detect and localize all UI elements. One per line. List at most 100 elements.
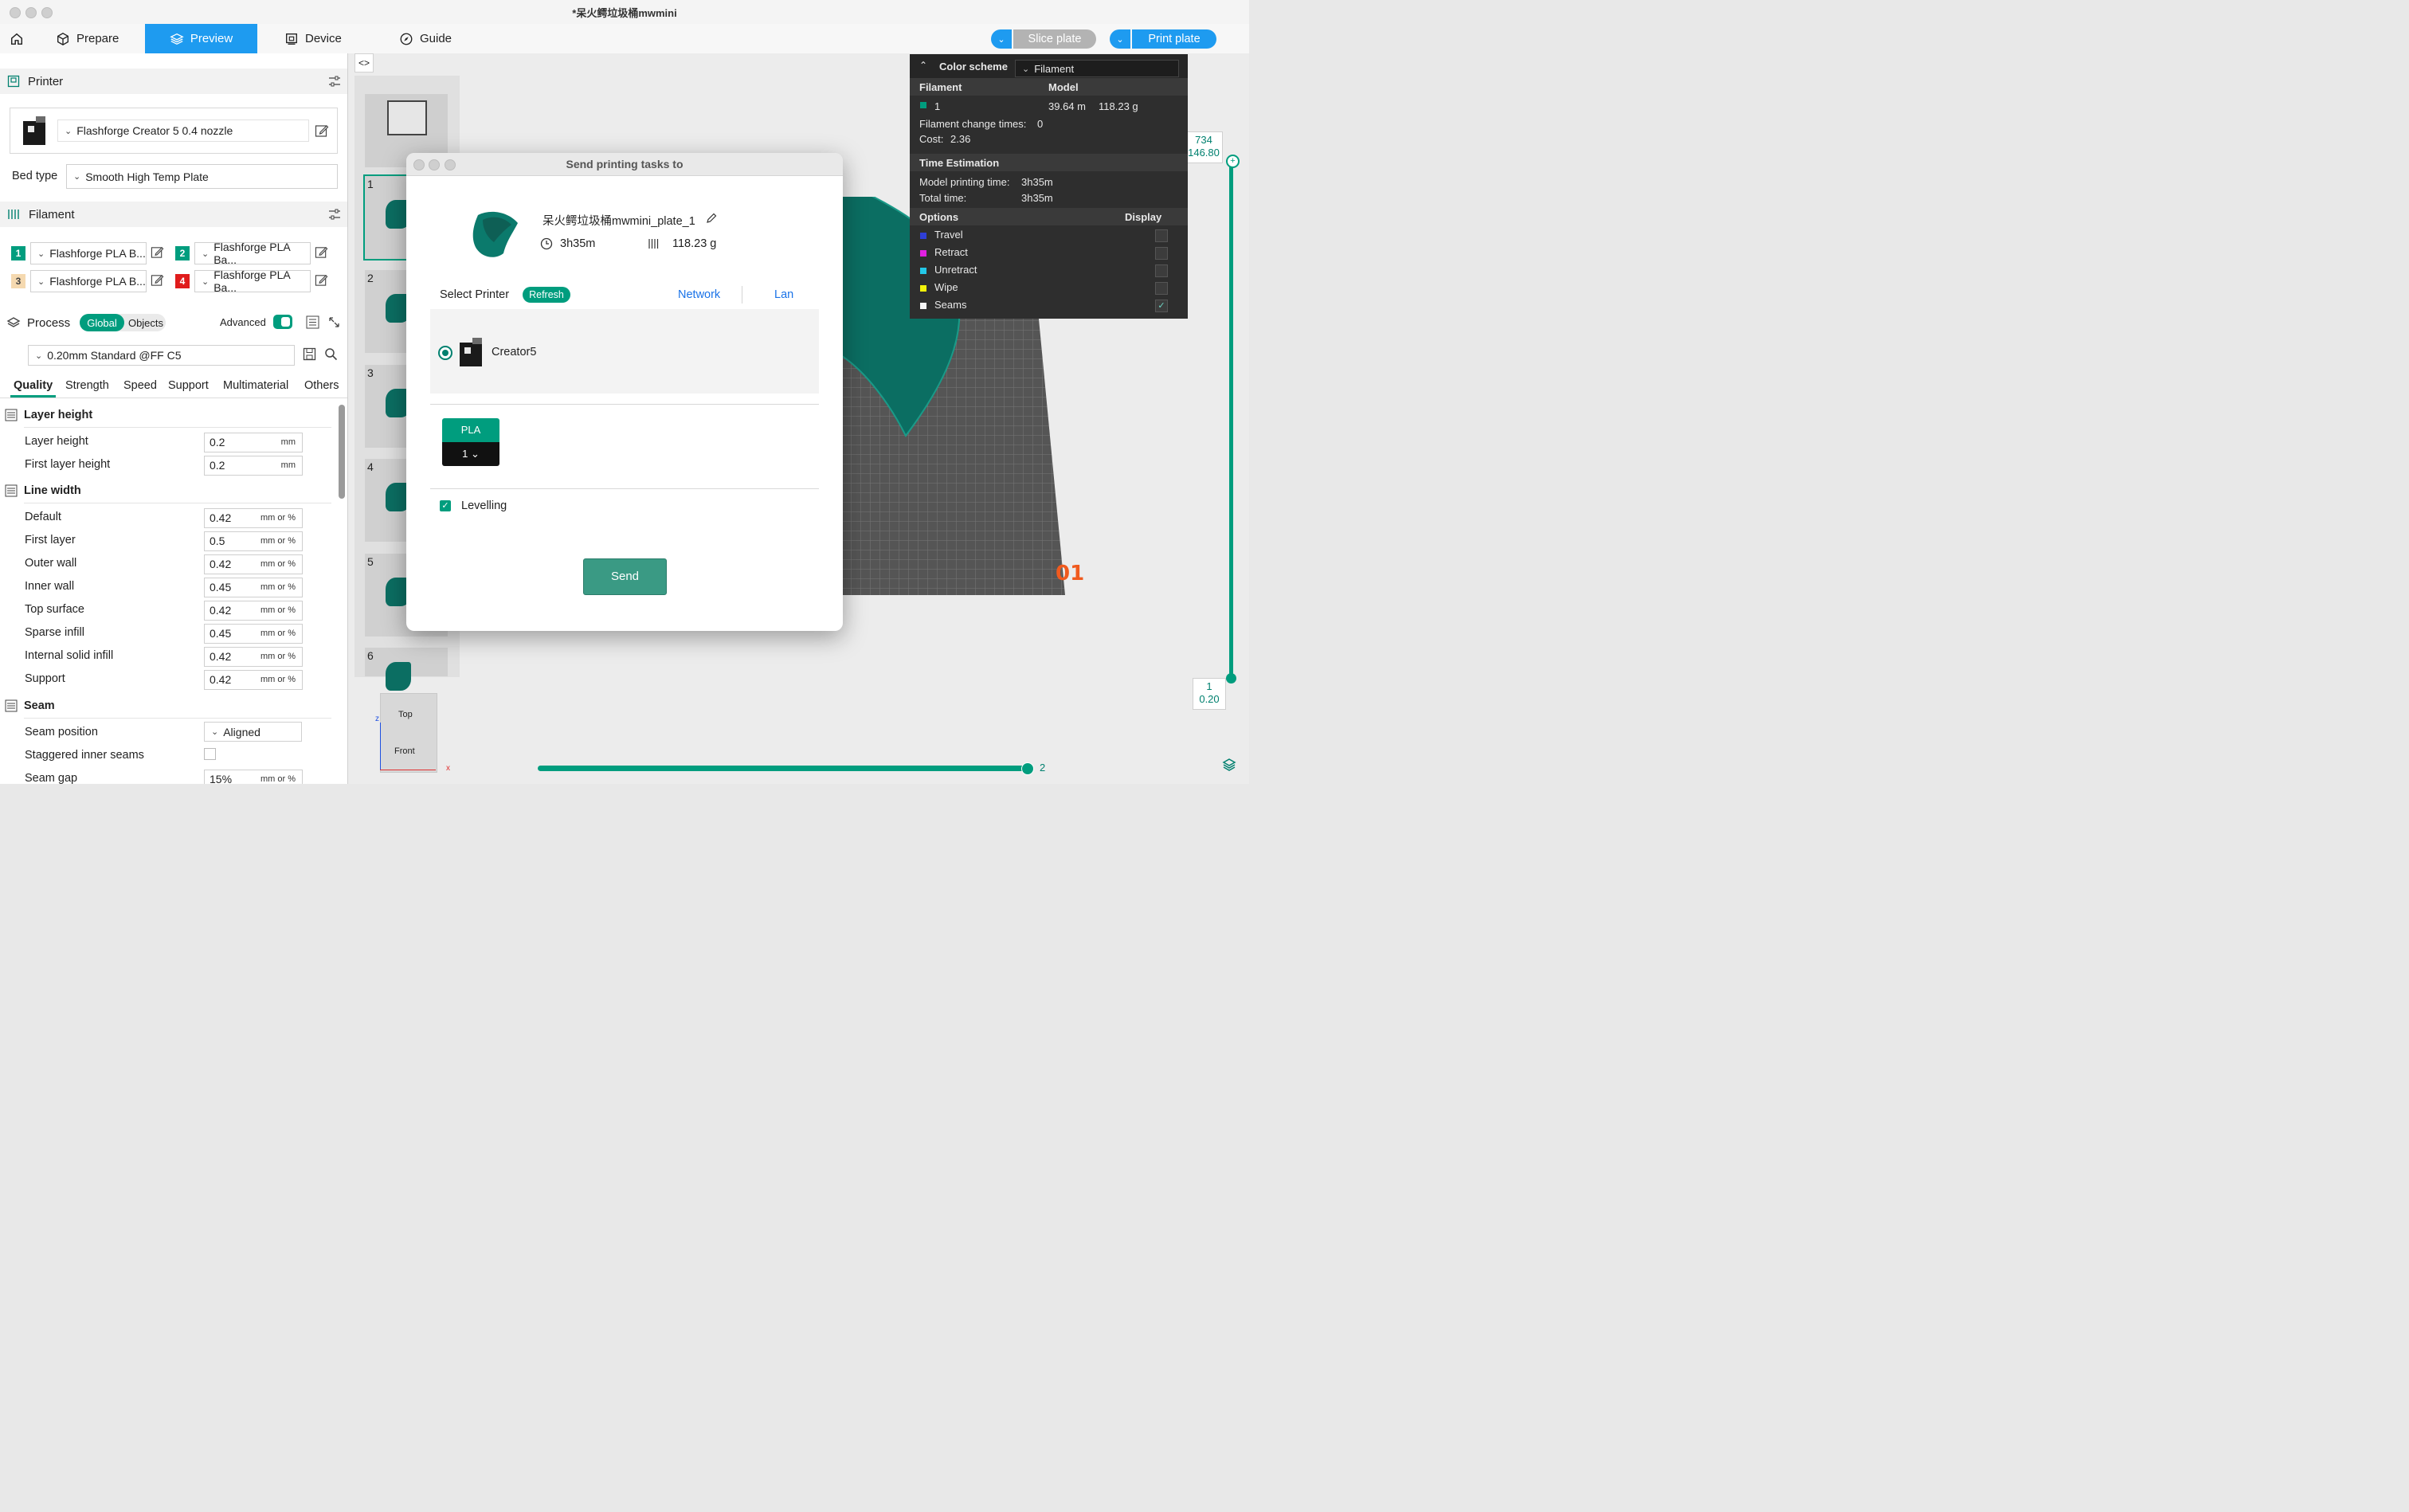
collapse-chevron-icon[interactable]: ⌃ (919, 60, 927, 71)
edit-icon[interactable] (315, 273, 328, 287)
list-icon[interactable] (306, 315, 319, 329)
plate-thumbnail[interactable]: 6 (365, 648, 448, 691)
view-cube[interactable]: Top Front (380, 693, 437, 773)
tab-strength[interactable]: Strength (65, 379, 109, 392)
printer-preset-select[interactable]: ⌄ Flashforge Creator 5 0.4 nozzle (57, 119, 309, 142)
slice-dropdown-button[interactable]: ⌄ (991, 29, 1012, 49)
lan-tab[interactable]: Lan (774, 288, 793, 301)
staggered-seams-checkbox[interactable] (204, 748, 216, 760)
tab-guide[interactable]: Guide (399, 24, 471, 53)
collapse-sidebar-button[interactable]: <> (354, 53, 374, 72)
line-width-row-input[interactable]: 0.5 mm or % (204, 531, 303, 551)
layer-row-input[interactable]: 0.2 mm (204, 433, 303, 452)
settings-sliders-icon[interactable] (328, 208, 341, 221)
filament-slot-name: Flashforge PLA Ba... (213, 241, 290, 266)
global-scope-button[interactable]: Global (80, 314, 124, 331)
tab-speed[interactable]: Speed (123, 379, 157, 392)
advanced-toggle[interactable] (273, 315, 292, 329)
chevron-down-icon: ⌄ (202, 249, 210, 259)
save-icon[interactable] (303, 347, 316, 361)
tab-device[interactable]: Device (284, 24, 356, 53)
cost-value: 2.36 (950, 133, 971, 145)
home-button[interactable] (6, 24, 27, 53)
bed-type-select[interactable]: ⌄ Smooth High Temp Plate (66, 164, 338, 189)
chevron-down-icon: ⌄ (37, 276, 45, 287)
dialog-title: Send printing tasks to (566, 158, 684, 170)
print-time: 3h35m (560, 237, 596, 250)
printer-radio-button[interactable] (438, 346, 452, 360)
input-unit: mm or % (260, 536, 296, 546)
print-dropdown-button[interactable]: ⌄ (1110, 29, 1130, 49)
line-width-row-input[interactable]: 0.45 mm or % (204, 578, 303, 597)
levelling-checkbox[interactable]: ✓ (440, 500, 451, 511)
refresh-button[interactable]: Refresh (523, 287, 570, 303)
filament-length: 39.64 m (1048, 100, 1086, 112)
option-display-checkbox[interactable] (1155, 247, 1168, 260)
pencil-icon[interactable] (706, 213, 717, 224)
filament-spool-icon (8, 210, 19, 219)
option-display-checkbox[interactable] (1155, 229, 1168, 242)
edit-icon[interactable] (315, 245, 328, 259)
filament-slot-3-select[interactable]: ⌄ Flashforge PLA B... (30, 270, 147, 292)
tab-others[interactable]: Others (304, 379, 339, 392)
chevron-down-icon: ⌄ (1116, 34, 1124, 45)
tab-prepare[interactable]: Prepare (56, 24, 135, 53)
chevron-down-icon: ⌄ (73, 172, 81, 182)
main-toolbar: Prepare Preview Device Guide ⌄ Slice pla… (0, 24, 1249, 53)
edit-icon[interactable] (151, 245, 164, 259)
line-width-row-input[interactable]: 0.45 mm or % (204, 624, 303, 644)
option-display-checkbox[interactable]: ✓ (1155, 300, 1168, 312)
filament-slot-1-select[interactable]: ⌄ Flashforge PLA B... (30, 242, 147, 264)
model-column-header: Model (1048, 81, 1079, 93)
line-width-row-label: Default (25, 511, 61, 523)
tab-preview[interactable]: Preview (145, 24, 257, 53)
search-icon[interactable] (324, 347, 338, 361)
material-slot-number: 1 (462, 448, 468, 460)
settings-sliders-icon[interactable] (328, 75, 341, 88)
edit-icon[interactable] (151, 273, 164, 287)
material-slot-card[interactable]: PLA 1 ⌄ (442, 418, 499, 466)
seam-position-select[interactable]: ⌄ Aligned (204, 722, 302, 742)
line-width-row-input[interactable]: 0.42 mm or % (204, 508, 303, 528)
filament-slot-2-badge: 2 (175, 246, 190, 260)
move-slider-track[interactable] (538, 766, 1027, 771)
move-slider-handle[interactable] (1021, 762, 1034, 775)
tab-quality[interactable]: Quality (14, 379, 53, 392)
compare-icon[interactable] (327, 315, 341, 329)
line-width-row-input[interactable]: 0.42 mm or % (204, 647, 303, 667)
material-slot-select[interactable]: 1 ⌄ (442, 442, 499, 466)
option-display-checkbox[interactable] (1155, 282, 1168, 295)
edit-icon[interactable] (315, 123, 329, 138)
filament-change-value: 0 (1037, 118, 1044, 130)
settings-scrollbar[interactable] (339, 405, 345, 499)
tab-support[interactable]: Support (168, 379, 209, 392)
seam-gap-input[interactable]: 15% mm or % (204, 770, 303, 784)
process-preset-select[interactable]: ⌄ 0.20mm Standard @FF C5 (28, 345, 295, 366)
line-width-row-label: First layer (25, 534, 76, 546)
option-color-swatch (920, 285, 926, 292)
layer-slider-top-handle[interactable]: + (1226, 155, 1240, 168)
objects-scope-button[interactable]: Objects (126, 314, 166, 331)
color-scheme-title: Color scheme (939, 61, 1008, 72)
color-scheme-select[interactable]: ⌄ Filament (1015, 60, 1179, 77)
line-width-row-input[interactable]: 0.42 mm or % (204, 670, 303, 690)
layer-slider-bottom-handle[interactable] (1226, 673, 1236, 684)
slice-plate-button[interactable]: Slice plate (1013, 29, 1096, 49)
filament-slot-4-select[interactable]: ⌄ Flashforge PLA Ba... (194, 268, 311, 294)
print-plate-button[interactable]: Print plate (1132, 29, 1216, 49)
option-display-checkbox[interactable] (1155, 264, 1168, 277)
view-cube-front-label: Front (394, 746, 415, 756)
printer-image (456, 336, 487, 368)
send-button[interactable]: Send (583, 558, 667, 595)
layer-row-input[interactable]: 0.2 mm (204, 456, 303, 476)
layers-stack-icon[interactable] (1222, 758, 1236, 772)
filament-slot-2-select[interactable]: ⌄ Flashforge PLA Ba... (194, 241, 311, 266)
network-tab[interactable]: Network (678, 288, 720, 301)
line-width-row-input[interactable]: 0.42 mm or % (204, 601, 303, 621)
layer-slider-bottom-label: 1 0.20 (1193, 678, 1226, 710)
layer-slider-track[interactable] (1229, 159, 1233, 678)
tab-multimaterial[interactable]: Multimaterial (223, 379, 288, 392)
printer-preset-value: Flashforge Creator 5 0.4 nozzle (76, 124, 233, 137)
line-width-row-input[interactable]: 0.42 mm or % (204, 554, 303, 574)
layer-row-label: First layer height (25, 458, 111, 471)
